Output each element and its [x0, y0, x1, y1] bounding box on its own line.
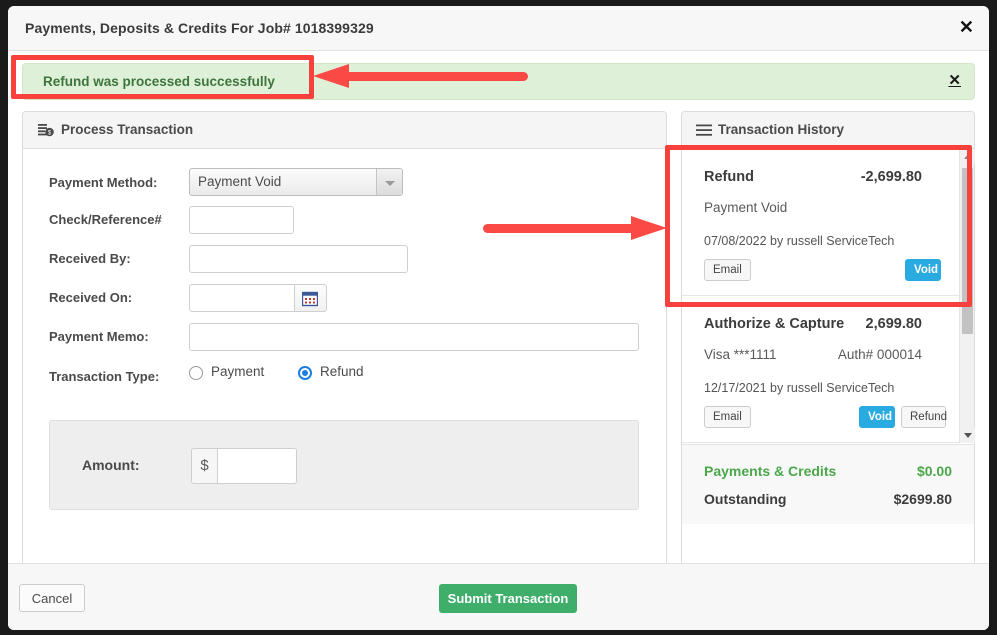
process-transaction-title: Process Transaction — [61, 122, 194, 137]
page-title: Payments, Deposits & Credits For Job# 10… — [25, 20, 374, 36]
transaction-meta: 07/08/2022 by russell ServiceTech — [704, 234, 895, 248]
money-stack-icon: $ — [37, 121, 55, 144]
check-reference-input[interactable] — [189, 206, 294, 234]
modal-body: Refund was processed successfully ✕ $ Pr… — [8, 51, 989, 576]
payments-credits-label: Payments & Credits — [704, 463, 837, 479]
transaction-list-scrollbar[interactable] — [959, 149, 975, 443]
transaction-row: Refund -2,699.80 Payment Void 07/08/2022… — [682, 149, 974, 296]
received-by-label: Received By: — [49, 251, 131, 266]
submit-transaction-button[interactable]: Submit Transaction — [439, 584, 577, 613]
transaction-list: Refund -2,699.80 Payment Void 07/08/2022… — [682, 149, 974, 443]
calendar-icon[interactable] — [295, 284, 327, 312]
transaction-amount: 2,699.80 — [865, 316, 922, 332]
process-transaction-header: $ Process Transaction — [23, 112, 666, 149]
amount-label: Amount: — [82, 457, 140, 473]
cancel-button[interactable]: Cancel — [19, 584, 85, 612]
chevron-down-icon[interactable] — [376, 169, 402, 195]
modal-footer: Cancel Submit Transaction — [8, 563, 989, 630]
payments-modal: Payments, Deposits & Credits For Job# 10… — [8, 6, 989, 630]
payment-method-label: Payment Method: — [49, 175, 158, 190]
payment-method-value: Payment Void — [198, 174, 282, 189]
transaction-history-title: Transaction History — [718, 122, 845, 137]
amount-section: Amount: $ — [49, 420, 639, 510]
transaction-method: Visa ***1111 — [704, 347, 777, 362]
list-bars-icon — [696, 124, 712, 142]
transaction-type: Refund — [704, 169, 754, 185]
transaction-row: Authorize & Capture 2,699.80 Visa ***111… — [682, 296, 974, 443]
transaction-history-panel: Transaction History Refund -2,699.80 Pay… — [681, 111, 975, 570]
process-transaction-panel: $ Process Transaction Payment Method: Pa… — [22, 111, 667, 570]
amount-input[interactable] — [217, 448, 297, 484]
radio-payment-circle[interactable] — [189, 366, 203, 380]
transaction-method: Payment Void — [704, 200, 788, 215]
success-alert: Refund was processed successfully ✕ — [22, 63, 975, 100]
void-button[interactable]: Void — [859, 406, 895, 428]
payment-memo-input[interactable] — [189, 323, 639, 351]
radio-payment-label: Payment — [211, 364, 265, 379]
alert-close-icon[interactable]: ✕ — [948, 72, 961, 90]
transaction-type: Authorize & Capture — [704, 316, 845, 332]
transaction-type-label: Transaction Type: — [49, 369, 160, 384]
radio-refund-label: Refund — [320, 364, 364, 379]
outstanding-label: Outstanding — [704, 491, 787, 507]
received-on-label: Received On: — [49, 290, 133, 305]
modal-header: Payments, Deposits & Credits For Job# 10… — [8, 6, 989, 51]
transaction-amount: -2,699.80 — [860, 169, 922, 185]
received-by-input[interactable] — [189, 245, 408, 273]
payments-credits-value: $0.00 — [916, 463, 952, 479]
received-on-input[interactable] — [189, 284, 295, 312]
email-button[interactable]: Email — [704, 406, 751, 428]
payment-method-select[interactable]: Payment Void — [189, 168, 403, 196]
email-button[interactable]: Email — [704, 259, 751, 281]
close-icon[interactable]: ✕ — [959, 18, 974, 36]
transaction-history-header: Transaction History — [682, 112, 974, 149]
refund-button[interactable]: Refund — [901, 406, 947, 428]
outstanding-value: $2699.80 — [893, 491, 952, 507]
void-button[interactable]: Void — [905, 259, 941, 281]
scroll-up-arrow-icon[interactable] — [960, 149, 975, 164]
currency-symbol: $ — [191, 448, 217, 484]
totals-section: Payments & Credits $0.00 Outstanding $26… — [682, 444, 974, 524]
scrollbar-thumb[interactable] — [962, 168, 973, 334]
check-reference-label: Check/Reference# — [49, 212, 162, 227]
alert-message: Refund was processed successfully — [43, 74, 275, 89]
transaction-auth: Auth# 000014 — [837, 347, 922, 362]
payment-memo-label: Payment Memo: — [49, 329, 149, 344]
transaction-meta: 12/17/2021 by russell ServiceTech — [704, 381, 895, 395]
scroll-down-arrow-icon[interactable] — [960, 428, 975, 443]
radio-refund-circle[interactable] — [298, 366, 312, 380]
